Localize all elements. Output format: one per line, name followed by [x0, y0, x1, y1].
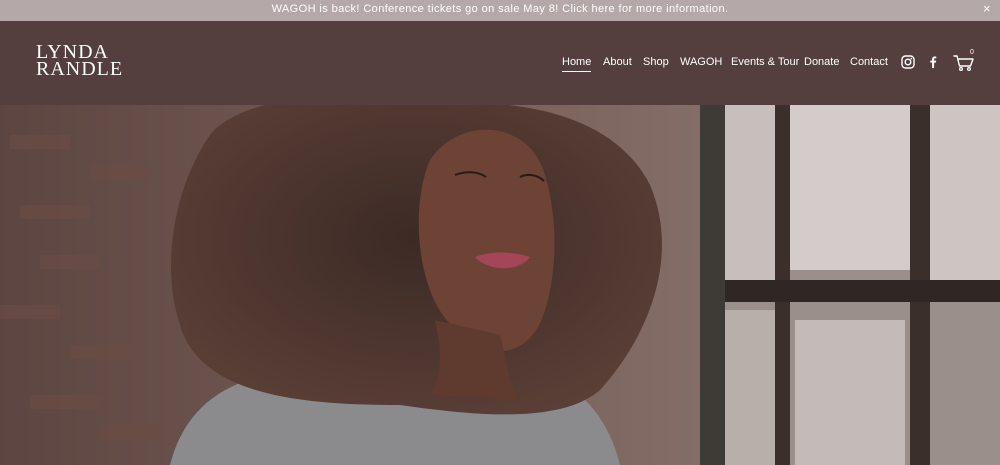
announcement-bar[interactable]: WAGOH is back! Conference tickets go on …: [0, 0, 1000, 21]
site-logo[interactable]: LYNDA RANDLE: [36, 42, 124, 80]
nav-item-contact[interactable]: Contact: [850, 55, 888, 69]
nav-item-wagoh[interactable]: WAGOH: [680, 55, 722, 69]
hair: [171, 105, 662, 415]
nav-item-events-tour[interactable]: Events & Tour: [731, 55, 799, 69]
hero-image: [0, 105, 1000, 465]
instagram-icon[interactable]: [901, 55, 915, 69]
nav-item-shop[interactable]: Shop: [643, 55, 669, 69]
window-frame: [700, 105, 1000, 465]
hero-photo: [0, 105, 1000, 465]
facebook-icon[interactable]: [926, 55, 940, 69]
nav-item-donate[interactable]: Donate: [804, 55, 839, 69]
logo-line-2: RANDLE: [36, 58, 124, 80]
close-icon[interactable]: ×: [980, 0, 994, 18]
cart-count: 0: [970, 49, 974, 56]
nav-item-home[interactable]: Home: [562, 55, 592, 72]
site-header: LYNDA RANDLE Home About Shop WAGOH Event…: [0, 21, 1000, 105]
nav-item-about[interactable]: About: [603, 55, 632, 69]
announcement-text[interactable]: WAGOH is back! Conference tickets go on …: [272, 3, 729, 15]
